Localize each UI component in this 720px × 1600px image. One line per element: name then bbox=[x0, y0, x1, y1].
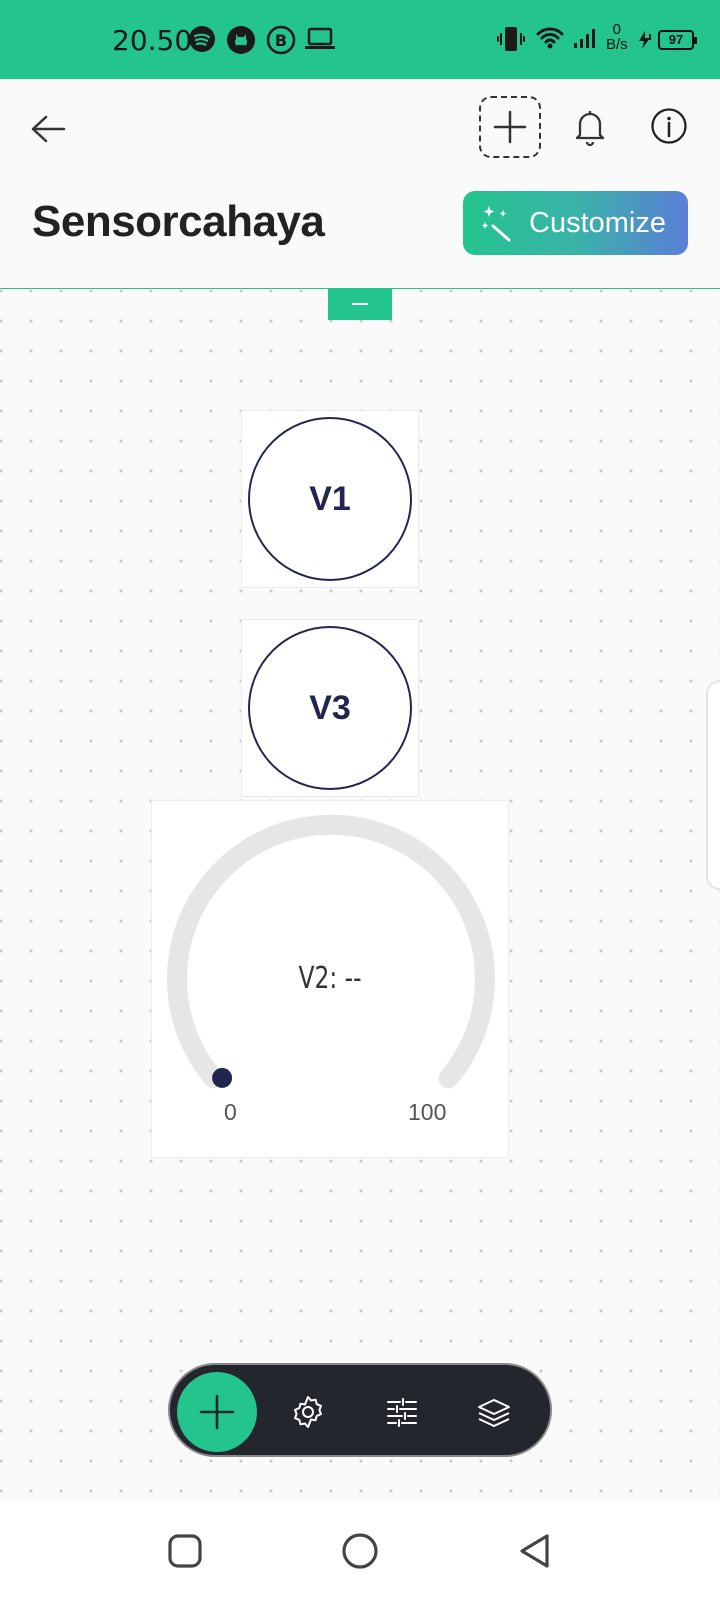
back-arrow-icon bbox=[31, 115, 66, 143]
led-label: V1 bbox=[309, 479, 351, 518]
customize-label: Customize bbox=[529, 206, 666, 239]
spotify-icon bbox=[188, 25, 216, 53]
magic-wand-icon bbox=[479, 204, 517, 250]
gauge-track bbox=[167, 814, 495, 1089]
page-title: Sensorcahaya bbox=[32, 197, 325, 246]
app-header: Sensorcahaya Customize bbox=[0, 79, 720, 289]
status-time: 20.50 bbox=[112, 24, 193, 57]
net-speed-value: 0 bbox=[612, 21, 622, 38]
recents-square-icon bbox=[168, 1534, 202, 1568]
sliders-icon bbox=[387, 1398, 417, 1427]
add-button[interactable] bbox=[177, 1372, 257, 1452]
gear-icon bbox=[294, 1396, 322, 1428]
vibrate-icon bbox=[496, 25, 526, 53]
net-speed-unit: B/s bbox=[606, 36, 628, 53]
laptop-icon bbox=[304, 25, 336, 53]
notifications-button[interactable] bbox=[572, 107, 608, 147]
led-widget-v1[interactable]: V1 bbox=[241, 410, 419, 588]
system-back-button[interactable] bbox=[516, 1532, 554, 1570]
bell-icon bbox=[575, 111, 605, 147]
collapse-header-button[interactable] bbox=[328, 289, 392, 320]
gauge-min-label: 0 bbox=[224, 1099, 237, 1125]
gauge-widget-v2[interactable]: V2: -- 0 100 bbox=[151, 800, 509, 1158]
gauge-max-label: 100 bbox=[408, 1099, 447, 1125]
gauge-label: V2: -- bbox=[298, 961, 362, 996]
led-indicator: V1 bbox=[248, 417, 412, 581]
net-speed: 0 B/s bbox=[606, 22, 628, 52]
plus-icon bbox=[199, 1394, 235, 1430]
charging-icon bbox=[636, 30, 654, 50]
layers-icon bbox=[478, 1399, 510, 1427]
recents-button[interactable] bbox=[166, 1532, 204, 1570]
back-triangle-icon bbox=[520, 1534, 549, 1568]
info-button[interactable] bbox=[650, 107, 688, 145]
info-icon bbox=[651, 108, 687, 144]
battery-level: 97 bbox=[658, 30, 697, 50]
svg-text:B: B bbox=[275, 31, 287, 50]
status-bar: 20.50 B 0 B/s 97 bbox=[0, 0, 720, 79]
bottom-toolbar bbox=[168, 1363, 552, 1457]
back-button[interactable] bbox=[28, 109, 68, 149]
home-circle-icon bbox=[342, 1533, 378, 1569]
led-widget-v3[interactable]: V3 bbox=[241, 619, 419, 797]
side-drawer-handle[interactable] bbox=[706, 680, 720, 890]
led-indicator: V3 bbox=[248, 626, 412, 790]
b-circle-icon: B bbox=[266, 25, 296, 55]
led-label: V3 bbox=[309, 688, 351, 727]
home-button[interactable] bbox=[341, 1532, 379, 1570]
layers-button[interactable] bbox=[476, 1394, 512, 1430]
settings-button[interactable] bbox=[290, 1394, 326, 1430]
gauge-value-knob bbox=[212, 1067, 233, 1088]
customize-button[interactable]: Customize bbox=[463, 191, 688, 255]
wifi-icon bbox=[536, 25, 564, 51]
datastreams-button[interactable] bbox=[384, 1394, 420, 1430]
add-widget-icon bbox=[493, 110, 527, 144]
signal-icon bbox=[572, 25, 600, 51]
github-icon bbox=[226, 25, 256, 55]
system-nav-bar bbox=[0, 1500, 720, 1600]
add-widget-button[interactable] bbox=[479, 96, 541, 158]
